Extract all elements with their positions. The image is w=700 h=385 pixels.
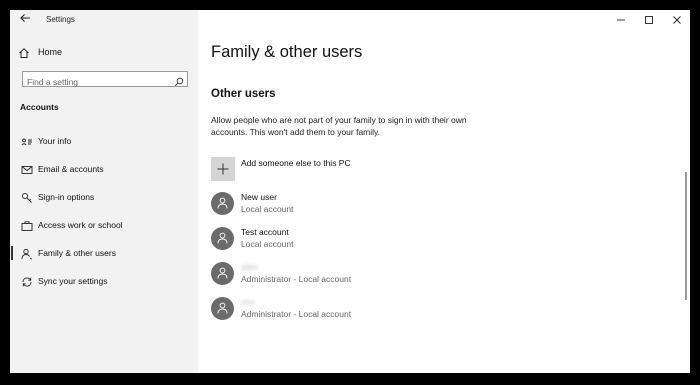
app-title: Settings [46,15,75,24]
user-avatar-icon [211,262,234,285]
sidebar-item-label: Family & other users [38,248,116,258]
people-icon [21,247,33,260]
add-user-label: Add someone else to this PC [241,158,351,168]
sidebar-item-sign-in-options[interactable]: Sign-in options [10,188,198,206]
sidebar-home[interactable]: Home [18,46,193,60]
user-avatar-icon [211,297,234,320]
sync-icon [21,275,33,287]
home-icon [18,46,30,58]
back-arrow-icon[interactable] [18,12,32,26]
search-field[interactable] [22,71,188,89]
user-role: Administrator - Local account [241,274,352,284]
user-role: Local account [241,204,294,214]
scrollbar[interactable] [685,172,687,300]
titlebar-left: Settings [10,10,198,30]
add-user-button[interactable]: Add someone else to this PC [211,157,461,181]
sidebar-item-email-accounts[interactable]: Email & accounts [10,160,198,178]
search-input[interactable] [23,75,168,89]
user-role: Local account [241,239,294,249]
close-icon[interactable] [670,13,684,27]
home-label: Home [38,47,63,57]
section-description: Allow people who are not part of your fa… [211,115,467,137]
settings-window: Settings Home Accounts Your info E [10,10,690,373]
user-name: Test account [241,227,289,237]
minimize-icon[interactable] [614,13,628,27]
key-icon [21,191,33,203]
section-heading: Other users [211,88,276,100]
email-icon [21,163,33,175]
sidebar-item-label: Sign-in options [38,192,95,202]
user-name: New user [241,192,277,202]
user-avatar-icon [211,227,234,250]
user-name: cho [241,297,255,307]
accounts-heading: Accounts [20,102,59,112]
sidebar-item-sync-settings[interactable]: Sync your settings [10,272,198,290]
sidebar-item-your-info[interactable]: Your info [10,132,198,150]
sidebar-item-label: Sync your settings [38,276,108,286]
main-content: Family & other users Other users Allow p… [198,10,690,373]
sidebar: Settings Home Accounts Your info E [10,10,198,373]
sidebar-item-family-other-users[interactable]: Family & other users [10,244,198,262]
user-item[interactable]: cho Administrator - Local account [211,297,511,323]
user-item[interactable]: New user Local account [211,192,511,218]
user-name: ddm [241,262,258,272]
page-title: Family & other users [211,43,363,61]
user-item[interactable]: ddm Administrator - Local account [211,262,511,288]
sidebar-item-label: Access work or school [38,220,123,230]
maximize-icon[interactable] [642,13,656,27]
plus-icon [211,157,235,181]
user-item[interactable]: Test account Local account [211,227,511,253]
briefcase-icon [21,219,33,231]
sidebar-item-label: Your info [38,136,72,146]
user-avatar-icon [211,192,234,215]
user-role: Administrator - Local account [241,309,352,319]
search-icon[interactable] [174,74,184,87]
sidebar-item-label: Email & accounts [38,164,104,174]
id-card-icon [21,135,33,147]
sidebar-item-access-work[interactable]: Access work or school [10,216,198,234]
window-controls [598,10,690,30]
